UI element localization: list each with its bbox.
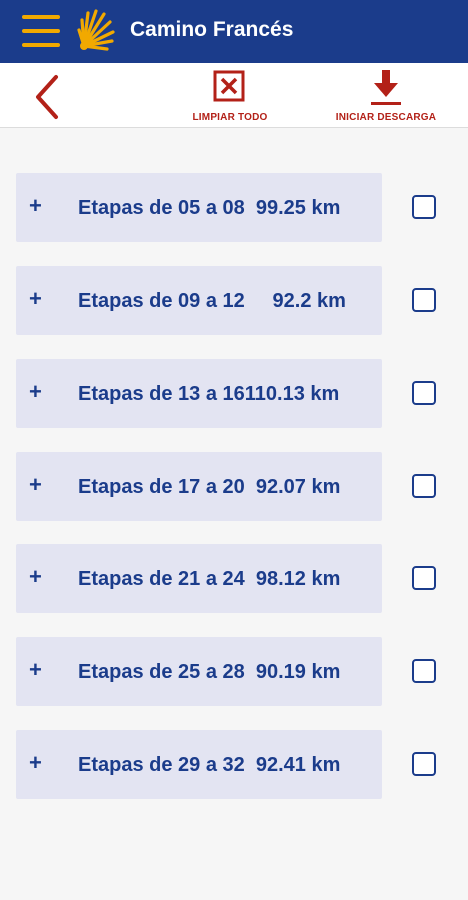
clear-x-icon bbox=[213, 70, 245, 102]
start-download-label: INICIAR DESCARGA bbox=[335, 112, 437, 123]
menu-icon[interactable] bbox=[22, 15, 60, 47]
stage-group-row[interactable]: + Etapas de 09 a 12 92.2 km bbox=[16, 266, 382, 335]
expand-plus-icon: + bbox=[29, 750, 42, 775]
stage-group-checkbox[interactable] bbox=[412, 195, 436, 219]
list-item: + Etapas de 09 a 12 92.2 km bbox=[16, 266, 452, 335]
stage-group-label: Etapas de 21 a 24 98.12 km bbox=[78, 568, 341, 590]
list-item: + Etapas de 05 a 08 99.25 km bbox=[16, 173, 452, 242]
stage-group-checkbox[interactable] bbox=[412, 288, 436, 312]
scallop-shell-logo bbox=[77, 9, 115, 51]
expand-plus-icon: + bbox=[29, 564, 42, 589]
stage-group-row[interactable]: + Etapas de 25 a 28 90.19 km bbox=[16, 637, 382, 706]
start-download-button[interactable]: INICIAR DESCARGA bbox=[330, 68, 442, 124]
list-item: + Etapas de 29 a 32 92.41 km bbox=[16, 730, 452, 799]
stage-group-checkbox[interactable] bbox=[412, 381, 436, 405]
expand-plus-icon: + bbox=[29, 472, 42, 497]
stage-group-checkbox[interactable] bbox=[412, 752, 436, 776]
stage-group-label: Etapas de 09 a 12 92.2 km bbox=[78, 290, 346, 312]
list-item: + Etapas de 13 a 16110.13 km bbox=[16, 359, 452, 428]
expand-plus-icon: + bbox=[29, 286, 42, 311]
stage-group-checkbox[interactable] bbox=[412, 659, 436, 683]
list-item: + Etapas de 25 a 28 90.19 km bbox=[16, 637, 452, 706]
expand-plus-icon: + bbox=[29, 657, 42, 682]
stage-group-checkbox[interactable] bbox=[412, 566, 436, 590]
stage-group-label: Etapas de 13 a 16110.13 km bbox=[78, 383, 340, 405]
stage-group-checkbox[interactable] bbox=[412, 474, 436, 498]
stage-group-row[interactable]: + Etapas de 05 a 08 99.25 km bbox=[16, 173, 382, 242]
expand-plus-icon: + bbox=[29, 379, 42, 404]
list-item: + Etapas de 21 a 24 98.12 km bbox=[16, 544, 452, 613]
stage-group-label: Etapas de 29 a 32 92.41 km bbox=[78, 754, 341, 776]
stage-group-row[interactable]: + Etapas de 21 a 24 98.12 km bbox=[16, 544, 382, 613]
stage-group-row[interactable]: + Etapas de 17 a 20 92.07 km bbox=[16, 452, 382, 521]
stage-group-label: Etapas de 05 a 08 99.25 km bbox=[78, 197, 341, 219]
clear-all-button[interactable]: LIMPIAR TODO bbox=[180, 68, 280, 124]
back-arrow-icon[interactable] bbox=[30, 73, 64, 121]
download-arrow-icon bbox=[371, 70, 401, 105]
app-title: Camino Francés bbox=[130, 18, 294, 41]
stage-group-label: Etapas de 25 a 28 90.19 km bbox=[78, 661, 341, 683]
list-item: + Etapas de 17 a 20 92.07 km bbox=[16, 452, 452, 521]
expand-plus-icon: + bbox=[29, 193, 42, 218]
app-bar: Camino Francés bbox=[0, 0, 468, 63]
stage-group-label: Etapas de 17 a 20 92.07 km bbox=[78, 476, 341, 498]
stage-group-row[interactable]: + Etapas de 13 a 16110.13 km bbox=[16, 359, 382, 428]
stage-group-row[interactable]: + Etapas de 29 a 32 92.41 km bbox=[16, 730, 382, 799]
toolbar: LIMPIAR TODO INICIAR DESCARGA bbox=[0, 63, 468, 128]
clear-all-label: LIMPIAR TODO bbox=[192, 112, 268, 123]
